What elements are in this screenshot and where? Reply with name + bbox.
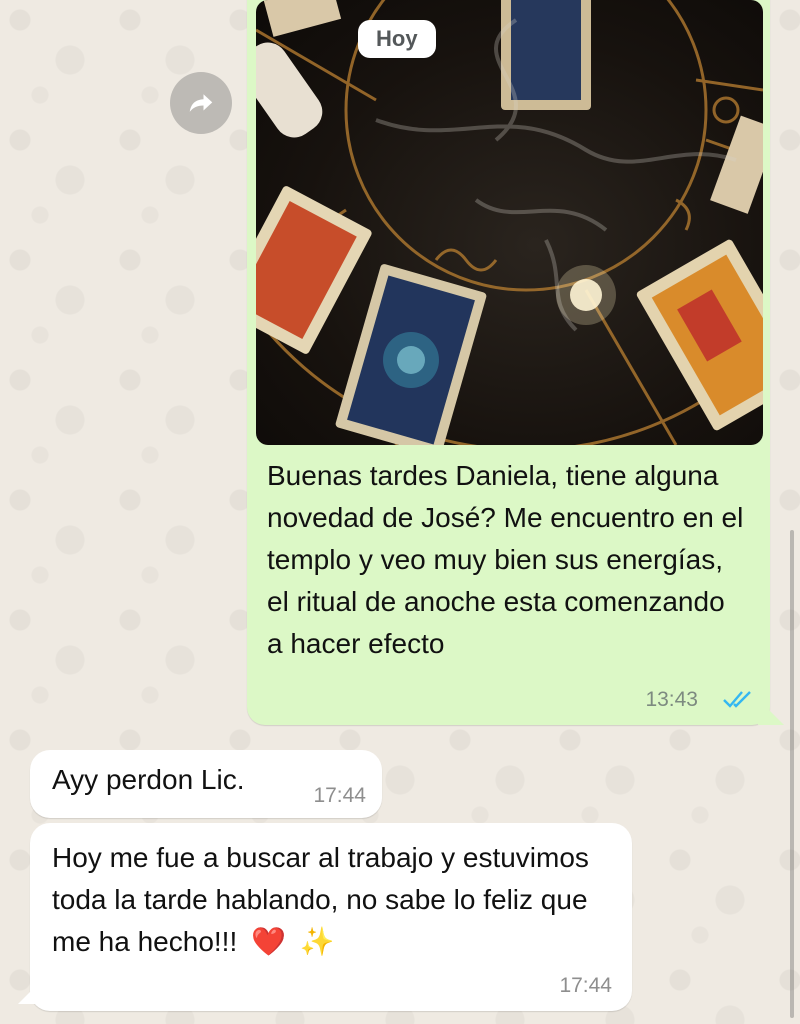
double-check-read-icon: [723, 691, 751, 708]
tarot-photo-illustration: [256, 0, 763, 445]
tarot-ritual-photo[interactable]: [256, 0, 763, 445]
incoming-message-text-container: Hoy me fue a buscar al trabajo y estuvim…: [52, 837, 622, 963]
incoming-message-bubble[interactable]: Ayy perdon Lic. 17:44: [30, 750, 382, 818]
date-separator-badge: Hoy: [358, 20, 436, 58]
outgoing-message-text: Buenas tardes Daniela, tiene alguna nove…: [267, 460, 744, 659]
incoming-message-text: Ayy perdon Lic.: [52, 764, 245, 795]
incoming-message-bubble[interactable]: Hoy me fue a buscar al trabajo y estuvim…: [30, 823, 632, 1011]
forward-arrow-icon: [189, 94, 213, 112]
message-timestamp: 13:43: [645, 688, 698, 711]
message-timestamp: 17:44: [559, 974, 612, 997]
incoming-bubble-tail: [18, 980, 42, 1004]
outgoing-message-bubble[interactable]: Buenas tardes Daniela, tiene alguna nove…: [247, 0, 770, 725]
chat-scrollbar[interactable]: [790, 530, 794, 1018]
red-heart-emoji: ❤️: [251, 926, 286, 957]
outgoing-bubble-tail: [758, 699, 784, 725]
message-timestamp: 17:44: [313, 784, 366, 807]
forward-button[interactable]: [170, 72, 232, 134]
sparkles-emoji: ✨: [299, 926, 335, 957]
